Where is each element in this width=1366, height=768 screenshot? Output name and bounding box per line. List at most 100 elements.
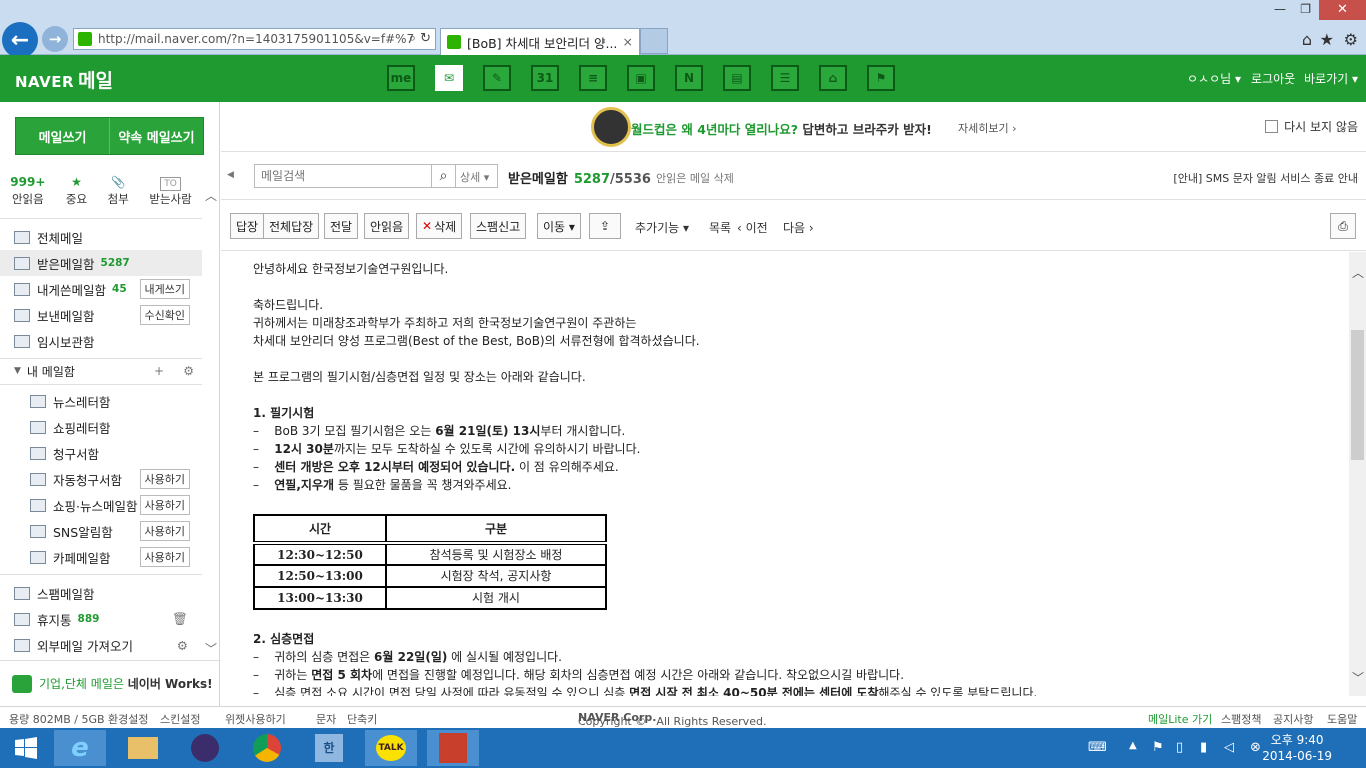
notice-link[interactable]: [안내] SMS 문자 알림 서비스 종료 안내	[1173, 170, 1358, 186]
reply-all-button[interactable]: 전체답장	[263, 213, 320, 239]
mailbox-trash[interactable]: 휴지통 889 🗑	[0, 606, 202, 632]
mailbox-inbox[interactable]: 받은메일함 5287	[0, 250, 202, 276]
eclipse-icon[interactable]	[179, 730, 231, 766]
forward-mail-button[interactable]: 전달	[324, 213, 359, 239]
use-button[interactable]: 사용하기	[139, 521, 190, 541]
clock[interactable]: 오후 9:40 2014-06-19	[1262, 732, 1332, 764]
more-functions-dropdown[interactable]: 추가기능 ▾	[635, 219, 689, 236]
calendar-service-icon[interactable]: 31	[531, 65, 559, 91]
mailbox-shopping-letter[interactable]: 쇼핑레터함	[0, 414, 202, 440]
volume-icon[interactable]: ◁	[1224, 740, 1234, 755]
ndrive-service-icon[interactable]: N	[675, 65, 703, 91]
contacts-service-icon[interactable]: ▣	[627, 65, 655, 91]
settings-link[interactable]: 환경설정	[108, 711, 148, 727]
read-receipt-button[interactable]: 수신확인	[139, 305, 190, 325]
mailbox-self[interactable]: 내게쓴메일함 45 내게쓰기	[0, 276, 202, 302]
scrollbar-thumb[interactable]	[1351, 330, 1364, 460]
logout-link[interactable]: 로그아웃	[1251, 70, 1295, 87]
mark-unread-button[interactable]: 안읽음	[364, 213, 410, 239]
chevron-up-icon[interactable]: ︿	[1352, 264, 1364, 281]
search-icon[interactable]: ⌕	[432, 164, 456, 188]
acrobat-icon[interactable]	[427, 730, 479, 766]
move-dropdown[interactable]: 이동 ▾	[537, 213, 581, 239]
use-button[interactable]: 사용하기	[139, 547, 190, 567]
write-to-self-button[interactable]: 내게쓰기	[139, 279, 190, 299]
collapse-sidebar-icon[interactable]: ◀	[227, 170, 234, 180]
banner-more-link[interactable]: 자세히보기 ›	[958, 120, 1017, 136]
mail-search-input[interactable]	[254, 164, 432, 188]
checkbox-icon[interactable]	[1265, 120, 1279, 133]
mailbox-shopping-news[interactable]: 쇼핑·뉴스메일함 사용하기	[0, 492, 202, 518]
add-icon[interactable]: +	[154, 364, 164, 378]
spam-report-button[interactable]: 스팸신고	[470, 213, 527, 239]
new-tab-button[interactable]	[640, 28, 668, 54]
browser-tab[interactable]: [BoB] 차세대 보안리더 양... ×	[440, 28, 640, 55]
mute-icon[interactable]: ⊗	[1250, 740, 1261, 755]
battery-icon[interactable]: ▯	[1176, 740, 1183, 755]
me-service-icon[interactable]: me	[387, 65, 415, 91]
delete-button[interactable]: ✕ 삭제	[416, 213, 463, 239]
mailbox-all[interactable]: 전체메일	[0, 224, 202, 250]
naver-mail-logo[interactable]: NAVER 메일	[15, 66, 113, 93]
memo-service-icon[interactable]: ✎	[483, 65, 511, 91]
reply-button[interactable]: 답장	[230, 213, 265, 239]
mailbox-drafts[interactable]: 임시보관함	[0, 328, 202, 354]
banner-text[interactable]: 월드컵은 왜 4년마다 열리나요? 답변하고 브라주카 받자!	[631, 119, 932, 138]
sidebar-scrollbar[interactable]: ︿ ﹀	[203, 187, 218, 657]
use-button[interactable]: 사용하기	[139, 469, 190, 489]
help-link[interactable]: 도움말	[1327, 711, 1357, 727]
widget-link[interactable]: 위젯사용하기	[225, 711, 286, 727]
blog-service-icon[interactable]: ☰	[771, 65, 799, 91]
shortcut-key-link[interactable]: 단축키	[347, 711, 377, 727]
chevron-up-icon[interactable]: ︿	[205, 187, 217, 204]
filter-attachment[interactable]: 📎 첨부	[108, 174, 129, 208]
print-icon[interactable]: ⎙	[1330, 213, 1356, 239]
chevron-down-icon[interactable]: ﹀	[1352, 669, 1364, 686]
spam-policy-link[interactable]: 스팸정책	[1221, 711, 1261, 727]
favorites-star-icon[interactable]: ★	[1320, 30, 1334, 49]
address-bar[interactable]: http://mail.naver.com/?n=1403175901105&v…	[73, 28, 436, 50]
sports-service-icon[interactable]: ⚑	[867, 65, 895, 91]
filter-to[interactable]: TO 받는사람	[149, 174, 192, 208]
gear-icon[interactable]: ⚙	[177, 638, 188, 653]
prev-link[interactable]: ‹ 이전	[737, 219, 768, 236]
settings-gear-icon[interactable]: ⚙	[1344, 30, 1358, 49]
minimize-icon[interactable]: —	[1274, 2, 1286, 16]
restore-icon[interactable]: ❐	[1300, 2, 1311, 16]
mailbox-spam[interactable]: 스팸메일함	[0, 580, 202, 606]
mailbox-sns[interactable]: SNS알림함 사용하기	[0, 518, 202, 544]
search-detail-button[interactable]: 상세 ▾	[456, 164, 498, 188]
ie-icon[interactable]: e	[54, 730, 106, 766]
hangul-icon[interactable]: 한	[303, 730, 355, 766]
user-name[interactable]: ㅇㅅㅇ님 ▾	[1187, 70, 1241, 87]
home-icon[interactable]: ⌂	[1302, 30, 1312, 49]
chrome-icon[interactable]	[241, 730, 293, 766]
list-service-icon[interactable]: ≡	[579, 65, 607, 91]
back-button[interactable]: ←	[2, 22, 38, 58]
share-icon[interactable]: ⇪	[589, 213, 621, 239]
network-icon[interactable]: ▮	[1200, 740, 1207, 755]
mailbox-sent[interactable]: 보낸메일함 수신확인	[0, 302, 202, 328]
promise-mail-button[interactable]: 약속 메일쓰기	[110, 118, 203, 154]
skin-settings-link[interactable]: 스킨설정	[160, 711, 200, 727]
mail-service-icon[interactable]: ✉	[435, 65, 463, 91]
empty-trash-icon[interactable]: 🗑	[172, 611, 188, 627]
mailbox-external[interactable]: 외부메일 가져오기 ⚙	[0, 632, 202, 658]
mailbox-bills[interactable]: 청구서함	[0, 440, 202, 466]
mail-lite-link[interactable]: 메일Lite 가기	[1148, 711, 1212, 727]
filter-unread[interactable]: 999+ 안읽음	[10, 174, 45, 208]
write-mail-button[interactable]: 메일쓰기	[16, 118, 109, 154]
tray-expand-icon[interactable]: ▲	[1129, 740, 1137, 751]
chevron-down-icon[interactable]: ﹀	[205, 640, 217, 657]
close-window-icon[interactable]: ✕	[1319, 0, 1366, 20]
sms-link[interactable]: 문자	[316, 711, 336, 727]
start-windows-icon[interactable]	[0, 730, 52, 766]
keyboard-icon[interactable]: ⌨	[1088, 740, 1107, 755]
mailbox-auto-bills[interactable]: 자동청구서함 사용하기	[0, 466, 202, 492]
gear-icon[interactable]: ⚙	[183, 364, 194, 378]
kakaotalk-icon[interactable]: TALK	[365, 730, 417, 766]
delete-unread-link[interactable]: 안읽은 메일 삭제	[656, 170, 734, 186]
list-link[interactable]: 목록	[709, 219, 731, 236]
shortcut-menu[interactable]: 바로가기 ▾	[1304, 70, 1358, 87]
notice-link[interactable]: 공지사항	[1273, 711, 1313, 727]
